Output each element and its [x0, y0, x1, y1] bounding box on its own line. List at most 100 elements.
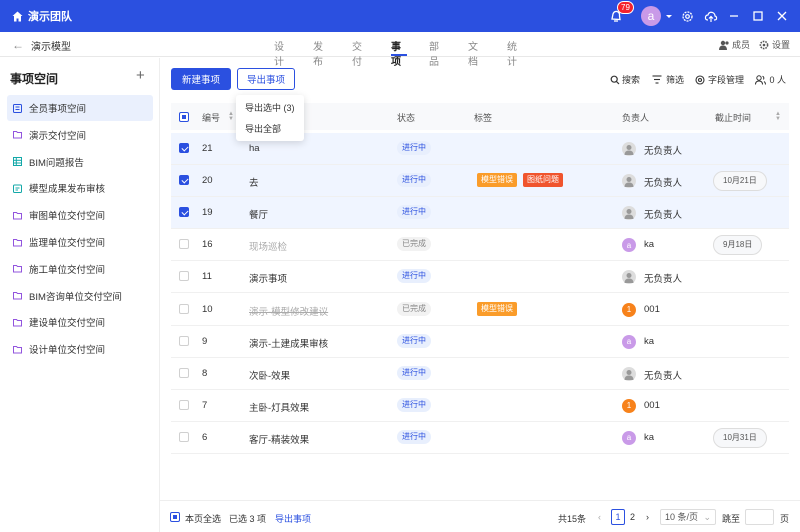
status-badge[interactable]: 进行中	[397, 141, 431, 155]
export-button[interactable]: 导出事项	[237, 68, 295, 90]
minimize-icon[interactable]	[728, 10, 740, 22]
notification-bell-icon[interactable]: 79	[609, 1, 634, 23]
prev-page-icon[interactable]: ‹	[598, 512, 601, 522]
back-arrow-icon[interactable]: ←	[12, 38, 24, 52]
status-badge[interactable]: 进行中	[397, 269, 431, 284]
row-checkbox[interactable]	[179, 367, 189, 378]
select-all-checkbox[interactable]	[179, 112, 189, 122]
gear-icon[interactable]	[680, 9, 694, 23]
tab-documents[interactable]: 文档	[468, 38, 478, 68]
table-row[interactable]: 8 次卧-效果 进行中 无负责人	[171, 358, 789, 390]
row-checkbox[interactable]	[179, 239, 189, 250]
filter-tool[interactable]: 筛选	[652, 73, 684, 86]
row-title[interactable]: 去	[249, 175, 259, 189]
jump-page-input[interactable]	[745, 509, 774, 525]
table-row[interactable]: 6 客厅-精装效果 进行中 a ka 10月31日	[171, 422, 789, 454]
status-badge[interactable]: 已完成	[397, 237, 431, 252]
sidebar-item-3[interactable]: 模型成果发布审核	[7, 175, 153, 201]
sidebar-item-1[interactable]: 演示交付空间	[7, 122, 153, 148]
export-selected-option[interactable]: 导出选中 (3)	[245, 101, 295, 114]
select-page-checkbox[interactable]	[170, 512, 180, 522]
tab-design[interactable]: 设计	[274, 38, 284, 68]
table-row[interactable]: 7 主卧-灯具效果 进行中 1 001	[171, 390, 789, 422]
owner-name[interactable]: 无负责人	[644, 207, 682, 221]
owner-name[interactable]: 无负责人	[644, 271, 682, 285]
new-item-button[interactable]: 新建事项	[171, 68, 231, 90]
page-size-select[interactable]: 10 条/页 ⌄	[660, 509, 716, 525]
user-avatar[interactable]: a	[641, 6, 661, 26]
page-2[interactable]: 2	[630, 512, 635, 522]
people-count-tool[interactable]: 0 人	[755, 73, 786, 86]
row-checkbox[interactable]	[179, 271, 189, 282]
table-row[interactable]: 16 现场巡检 已完成 a ka 9月18日	[171, 229, 789, 262]
status-badge[interactable]: 进行中	[397, 365, 431, 380]
row-title[interactable]: 次卧-效果	[249, 368, 290, 382]
export-all-option[interactable]: 导出全部	[245, 122, 281, 135]
table-row[interactable]: 10 演示-模型修改建议 已完成 模型错误 1 001	[171, 294, 789, 326]
row-checkbox[interactable]	[179, 175, 189, 186]
header-id[interactable]: 编号	[202, 111, 220, 124]
row-checkbox[interactable]	[179, 207, 189, 218]
table-row[interactable]: 11 演示事项 进行中 无负责人	[171, 261, 789, 294]
status-badge[interactable]: 进行中	[397, 205, 431, 220]
select-page-label[interactable]: 本页全选	[185, 512, 221, 525]
next-page-icon[interactable]: ›	[646, 512, 649, 522]
owner-name[interactable]: 无负责人	[644, 143, 682, 157]
team-name[interactable]: 演示团队	[28, 8, 72, 24]
tab-delivery[interactable]: 交付	[352, 38, 362, 68]
sidebar-item-4[interactable]: 审图单位交付空间	[7, 202, 153, 228]
status-badge[interactable]: 进行中	[397, 173, 431, 188]
status-badge[interactable]: 已完成	[397, 301, 431, 316]
owner-name[interactable]: ka	[644, 432, 654, 443]
table-row[interactable]: 9 演示-土建成果审核 进行中 a ka	[171, 326, 789, 358]
tab-publish[interactable]: 发布	[313, 38, 323, 68]
owner-name[interactable]: 无负责人	[644, 368, 682, 382]
due-date[interactable]: 10月31日	[713, 427, 767, 448]
close-icon[interactable]	[776, 10, 788, 22]
tab-statistics[interactable]: 统计	[507, 38, 517, 68]
sidebar-item-9[interactable]: 设计单位交付空间	[7, 336, 153, 362]
due-date[interactable]: 10月21日	[713, 171, 767, 192]
table-row[interactable]: 19 餐厅 进行中 无负责人	[171, 197, 789, 230]
header-due[interactable]: 截止时间	[715, 111, 751, 124]
sidebar-item-7[interactable]: BIM咨询单位交付空间	[7, 283, 153, 309]
chevron-down-icon[interactable]	[666, 14, 672, 18]
owner-name[interactable]: 001	[644, 400, 660, 411]
row-title[interactable]: 现场巡检	[249, 239, 287, 253]
row-checkbox[interactable]	[179, 399, 189, 410]
row-checkbox[interactable]	[179, 335, 189, 346]
tab-parts[interactable]: 部品	[429, 38, 439, 68]
due-date[interactable]: 9月18日	[713, 235, 763, 256]
search-tool[interactable]: 搜索	[610, 73, 640, 86]
page-1[interactable]: 1	[611, 509, 625, 525]
row-checkbox[interactable]	[179, 143, 189, 153]
home-icon[interactable]	[12, 11, 23, 22]
row-title[interactable]: 主卧-灯具效果	[249, 400, 309, 414]
status-badge[interactable]: 进行中	[397, 333, 431, 348]
owner-name[interactable]: 无负责人	[644, 175, 682, 189]
sidebar-item-6[interactable]: 施工单位交付空间	[7, 256, 153, 282]
row-title[interactable]: 演示事项	[249, 271, 287, 285]
footer-export-link[interactable]: 导出事项	[275, 512, 311, 525]
settings-link[interactable]: 设置	[759, 38, 790, 51]
tab-issues[interactable]: 事项	[391, 38, 401, 68]
sidebar-item-2[interactable]: BIM问题报告	[7, 149, 153, 175]
row-title[interactable]: ha	[249, 143, 260, 154]
table-row[interactable]: 20 去 进行中 模型错误 图纸问题 无负责人 10月21日	[171, 165, 789, 198]
row-title[interactable]: 餐厅	[249, 207, 268, 221]
row-checkbox[interactable]	[179, 303, 189, 314]
sidebar-item-5[interactable]: 监理单位交付空间	[7, 229, 153, 255]
status-badge[interactable]: 进行中	[397, 429, 431, 444]
sidebar-item-0[interactable]: 全员事项空间	[7, 95, 153, 121]
owner-name[interactable]: ka	[644, 239, 654, 250]
upload-cloud-icon[interactable]	[704, 9, 718, 23]
row-title[interactable]: 客厅-精装效果	[249, 432, 309, 446]
sidebar-item-8[interactable]: 建设单位交付空间	[7, 309, 153, 335]
add-space-button[interactable]: +	[136, 67, 145, 84]
maximize-icon[interactable]	[752, 10, 764, 22]
row-title[interactable]: 演示-模型修改建议	[249, 304, 328, 318]
owner-name[interactable]: ka	[644, 336, 654, 347]
owner-name[interactable]: 001	[644, 304, 660, 315]
members-link[interactable]: 成员	[718, 38, 750, 51]
field-management-tool[interactable]: 字段管理	[695, 73, 744, 86]
